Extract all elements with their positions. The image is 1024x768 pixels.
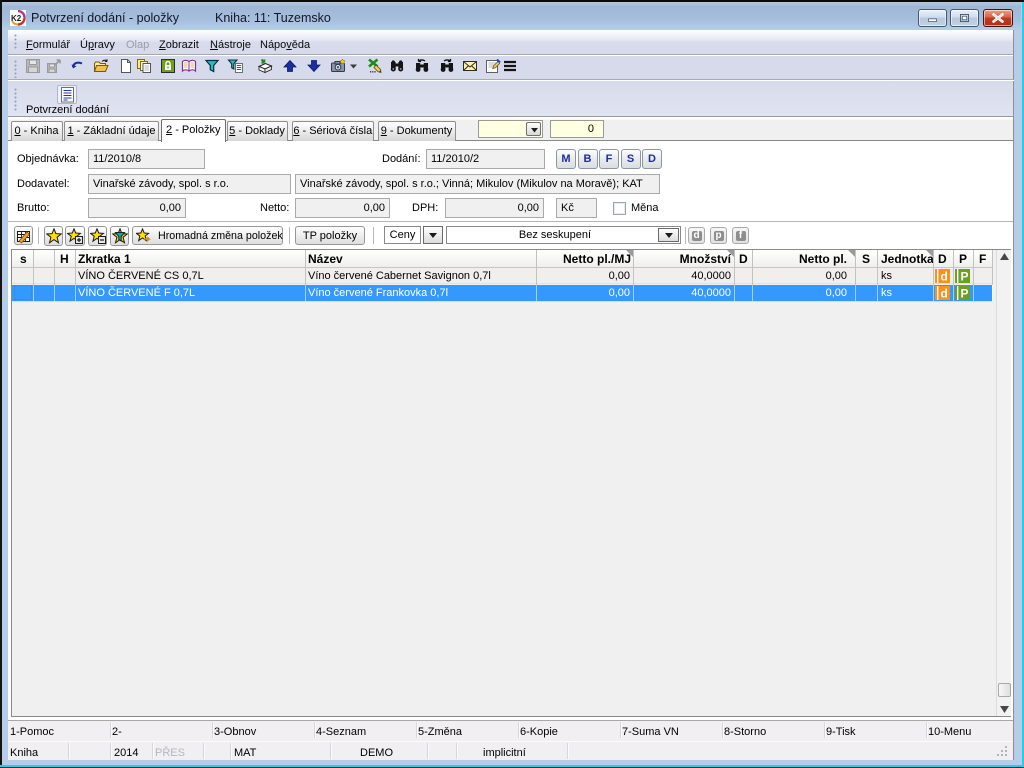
- svg-text:K2: K2: [11, 14, 22, 23]
- svg-text:P: P: [961, 270, 969, 284]
- svg-text:d: d: [941, 270, 948, 284]
- svg-text:P: P: [961, 287, 969, 301]
- svg-text:d: d: [941, 287, 948, 301]
